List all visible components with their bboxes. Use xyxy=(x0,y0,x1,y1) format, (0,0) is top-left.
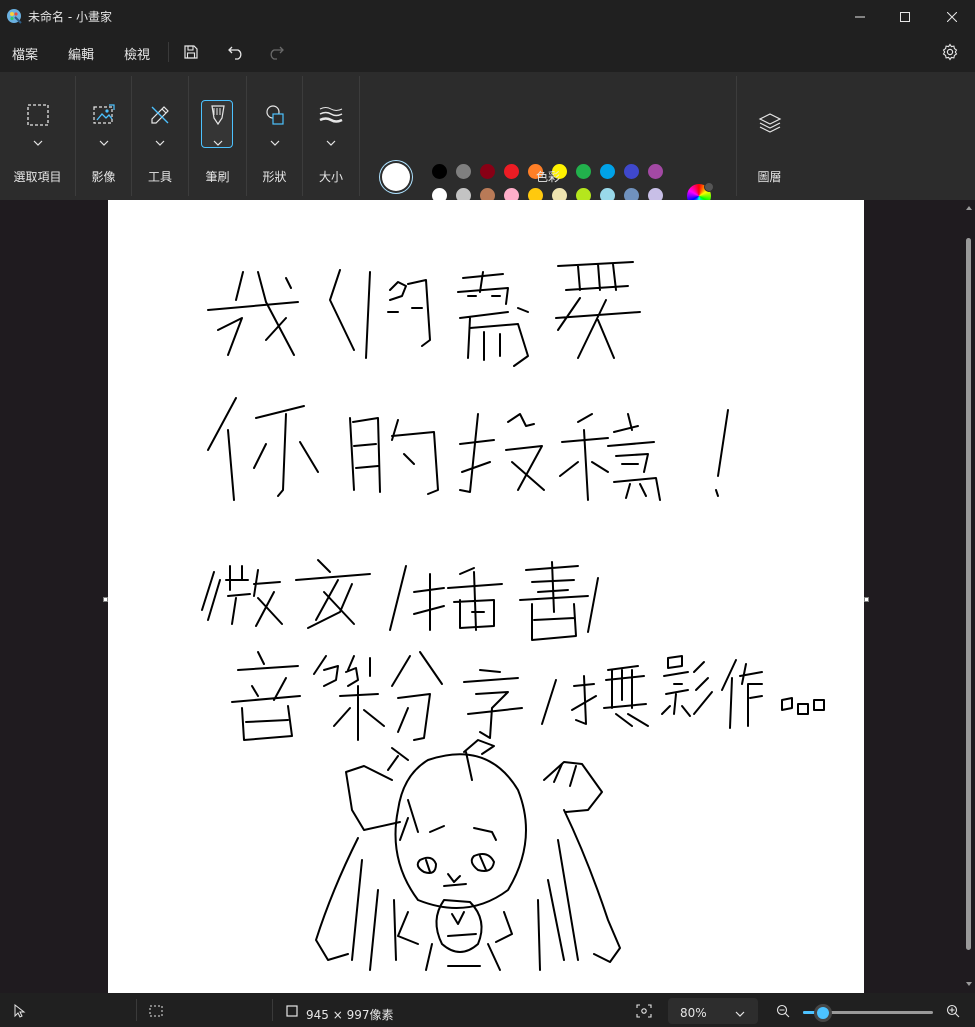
chevron-down-icon xyxy=(270,132,280,146)
chevron-down-icon xyxy=(326,132,336,146)
resize-handle-right[interactable] xyxy=(864,597,869,602)
zoom-value: 80% xyxy=(680,1006,707,1020)
tools-label: 工具 xyxy=(147,170,172,184)
stroke-size-icon xyxy=(317,101,345,129)
close-button[interactable] xyxy=(929,0,975,32)
image-label: 影像 xyxy=(91,170,116,184)
status-bar: 945 × 997像素 80% xyxy=(0,993,975,1027)
title-bar: 未命名 - 小畫家 xyxy=(0,0,975,32)
hand-drawn-artwork xyxy=(201,261,825,971)
chevron-down-icon xyxy=(213,132,223,146)
vertical-scrollbar[interactable] xyxy=(963,200,975,993)
zoom-slider-thumb[interactable] xyxy=(816,1007,829,1019)
status-divider xyxy=(272,999,273,1021)
menu-divider xyxy=(168,42,169,62)
shapes-label: 形狀 xyxy=(262,170,287,184)
layers-label: 圖層 xyxy=(757,170,782,184)
menu-edit[interactable]: 編輯 xyxy=(68,44,94,63)
chevron-down-icon xyxy=(155,132,165,146)
zoom-out-icon[interactable] xyxy=(776,1004,790,1021)
menu-bar: 檔案 編輯 檢視 xyxy=(0,32,975,72)
canvas-size-text: 945 × 997像素 xyxy=(306,1008,394,1022)
menu-view[interactable]: 檢視 xyxy=(124,44,150,63)
save-icon[interactable] xyxy=(180,41,202,63)
chevron-down-icon xyxy=(99,132,109,146)
canvas-workspace xyxy=(0,200,975,993)
undo-icon[interactable] xyxy=(225,41,247,63)
ribbon-toolbar: 選取項目 影像 工具 筆刷 形狀 大小 色彩 圖層 xyxy=(0,72,975,227)
resize-handle-left[interactable] xyxy=(103,597,108,602)
minimize-icon xyxy=(855,7,865,26)
fit-to-window-icon[interactable] xyxy=(636,1004,652,1021)
selection-label: 選取項目 xyxy=(13,170,62,184)
canvas-size-icon xyxy=(286,1005,298,1020)
select-rectangle-icon xyxy=(24,101,52,129)
size-group[interactable]: 大小 xyxy=(303,72,359,200)
brush-icon xyxy=(204,101,232,129)
drawing-canvas[interactable] xyxy=(108,200,864,993)
image-group[interactable]: 影像 xyxy=(76,72,131,200)
shapes-group[interactable]: 形狀 xyxy=(247,72,302,200)
cursor-position-icon xyxy=(14,1003,26,1021)
settings-icon[interactable] xyxy=(939,41,961,63)
tools-group[interactable]: 工具 xyxy=(132,72,188,200)
chevron-down-icon xyxy=(735,1007,745,1021)
selection-size-icon xyxy=(149,1005,163,1020)
status-divider xyxy=(136,999,137,1021)
brushes-label: 筆刷 xyxy=(205,170,230,184)
maximize-button[interactable] xyxy=(882,0,928,32)
image-icon xyxy=(90,101,118,129)
layers-icon xyxy=(756,109,784,137)
pencil-eraser-icon xyxy=(146,101,174,129)
scroll-down-icon[interactable] xyxy=(963,978,975,990)
selection-group[interactable]: 選取項目 xyxy=(0,72,75,200)
maximize-icon xyxy=(900,7,910,26)
brushes-group[interactable]: 筆刷 xyxy=(189,72,246,200)
shapes-icon xyxy=(261,101,289,129)
menu-file[interactable]: 檔案 xyxy=(12,44,38,63)
zoom-in-icon[interactable] xyxy=(946,1004,960,1021)
size-label: 大小 xyxy=(318,170,343,184)
close-icon xyxy=(946,7,958,26)
colors-label: 色彩 xyxy=(535,170,560,184)
minimize-button[interactable] xyxy=(837,0,883,32)
window-title: 未命名 - 小畫家 xyxy=(28,10,112,24)
paint-app-icon xyxy=(6,8,22,24)
layers-group[interactable]: 圖層 xyxy=(737,72,802,200)
redo-icon[interactable] xyxy=(265,41,287,63)
scroll-up-icon[interactable] xyxy=(963,202,975,214)
chevron-down-icon xyxy=(33,132,43,146)
zoom-dropdown[interactable]: 80% xyxy=(668,998,758,1024)
scrollbar-thumb[interactable] xyxy=(966,238,971,950)
